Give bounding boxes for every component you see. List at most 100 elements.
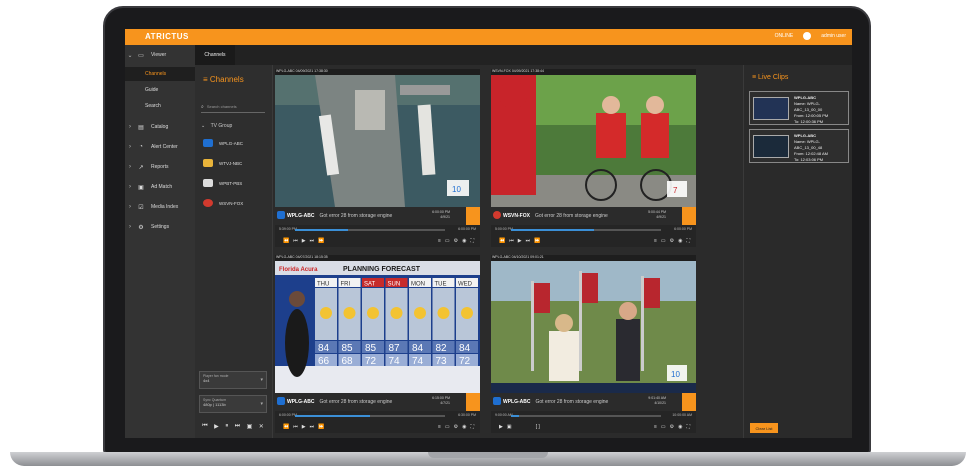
channel-item-wplg-abc[interactable]: WPLG-ABC bbox=[203, 137, 269, 149]
sidebar-item-alert-center[interactable]: › ◔ Alert Center bbox=[125, 139, 195, 155]
play-icon[interactable]: ▶ bbox=[302, 238, 306, 244]
timeline-track[interactable] bbox=[295, 415, 445, 417]
settings-icon[interactable]: ⚙ bbox=[670, 238, 674, 244]
sidebar-item-media-index[interactable]: › ☑ Media Index bbox=[125, 199, 195, 215]
close-icon[interactable]: ✕ bbox=[259, 423, 264, 430]
cc-icon[interactable]: ▭ bbox=[445, 238, 450, 244]
sidebar-sub-search[interactable]: Search bbox=[125, 99, 195, 113]
sync-quantum-select[interactable]: Sync Quantum 480p | 1113b ▾ bbox=[199, 395, 267, 413]
rewind-icon[interactable]: ⏪ bbox=[499, 238, 505, 244]
video-frame[interactable]: Florida Acura PLANNING FORECAST THU 84 66 F… bbox=[275, 261, 480, 393]
clip-card[interactable]: WPLG-ABC Name: WPLG-ABC_13_00_48 From: 1… bbox=[749, 129, 849, 163]
top-bar: ATRICTUS ONLINE admin user bbox=[125, 29, 852, 45]
clip-card[interactable]: WPLG-ABC Name: WPLG-ABC_13_00_00 From: 1… bbox=[749, 91, 849, 125]
save-icon[interactable]: ▣ bbox=[247, 423, 253, 430]
rewind-icon[interactable]: ⏪ bbox=[283, 238, 289, 244]
timeline-track[interactable] bbox=[295, 229, 445, 231]
fast-forward-icon[interactable]: ⏩ bbox=[534, 238, 540, 244]
volume-icon[interactable]: ≡ bbox=[654, 424, 657, 430]
fullscreen-icon[interactable]: ⛶ bbox=[686, 238, 690, 244]
channel-item-wsvn-fox[interactable]: WSVN-FOX bbox=[203, 197, 269, 209]
volume-icon[interactable]: ≡ bbox=[438, 238, 441, 244]
tile-timeline[interactable]: 5:39:00 PM 6:00:00 PM bbox=[275, 225, 480, 235]
video-frame[interactable]: 10 bbox=[275, 75, 480, 207]
step-forward-icon[interactable]: ⏭ bbox=[526, 238, 531, 244]
cc-icon[interactable]: ▭ bbox=[661, 424, 666, 430]
user-area[interactable]: ONLINE admin user bbox=[775, 32, 846, 40]
group-label: TV Group bbox=[210, 123, 233, 129]
skip-forward-icon[interactable]: ⏭ bbox=[235, 423, 240, 430]
clip-button[interactable] bbox=[682, 393, 696, 411]
search-input[interactable]: ⌕ Search channels bbox=[201, 101, 265, 113]
snapshot-icon[interactable]: ◉ bbox=[678, 238, 682, 244]
skip-back-icon[interactable]: ⏮ bbox=[293, 424, 298, 430]
clip-button[interactable] bbox=[466, 393, 480, 411]
sidebar-sub-channels[interactable]: Channels bbox=[125, 67, 195, 81]
play-icon[interactable]: ▶ bbox=[214, 423, 219, 430]
step-forward-icon[interactable]: ⏭ bbox=[310, 238, 315, 244]
video-tile-1: WPLG-ABC 04/09/2021 17:38:30 10 WPLG-ABC bbox=[275, 69, 480, 247]
sidebar-nav: ⌄ ▭ Viewer Channels Guide Search › ▤ Cat… bbox=[125, 45, 195, 438]
video-tile-2: WSVN-FOX 04/09/2021 17:38:44 7 WSVN-FOX … bbox=[491, 69, 696, 247]
tab-channels[interactable]: Channels bbox=[195, 45, 235, 65]
video-frame[interactable]: 10 bbox=[491, 261, 696, 393]
skip-back-icon[interactable]: ⏮ bbox=[293, 238, 298, 244]
tile-time: 6:00:00 PM 4/9/21 bbox=[432, 210, 450, 219]
channel-item-wtvj-nbc[interactable]: WTVJ-NBC bbox=[203, 157, 269, 169]
video-frame[interactable]: 7 bbox=[491, 75, 696, 207]
volume-icon[interactable]: ≡ bbox=[654, 238, 657, 244]
fullscreen-icon[interactable]: ⛶ bbox=[686, 424, 690, 430]
sidebar-item-catalog[interactable]: › ▤ Catalog bbox=[125, 119, 195, 135]
sidebar-item-ad-match[interactable]: › ▣ Ad Match bbox=[125, 179, 195, 195]
forecast-low: 72 bbox=[459, 356, 471, 367]
snapshot-icon[interactable]: ◉ bbox=[462, 424, 466, 430]
user-name: admin user bbox=[821, 33, 846, 39]
sidebar-item-label: Reports bbox=[151, 164, 169, 170]
snapshot-icon[interactable]: ◉ bbox=[462, 238, 466, 244]
sidebar-item-viewer[interactable]: ⌄ ▭ Viewer bbox=[125, 47, 195, 63]
sidebar-item-settings[interactable]: › ⚙ Settings bbox=[125, 219, 195, 235]
settings-icon[interactable]: ⚙ bbox=[454, 238, 458, 244]
play-icon[interactable]: ▶ bbox=[302, 424, 306, 430]
forecast-high: 87 bbox=[389, 343, 401, 354]
avatar[interactable] bbox=[803, 32, 812, 40]
fast-forward-icon[interactable]: ⏩ bbox=[318, 424, 324, 430]
skip-back-icon[interactable]: ⏮ bbox=[202, 423, 207, 430]
volume-icon[interactable]: ≡ bbox=[438, 424, 441, 430]
tile-timeline[interactable]: 5:00:00 PM 6:00:00 PM bbox=[491, 225, 696, 235]
cc-icon[interactable]: ▭ bbox=[661, 238, 666, 244]
fullscreen-icon[interactable]: ⛶ bbox=[470, 238, 474, 244]
play-icon[interactable]: ▶ bbox=[499, 424, 503, 430]
tile-timeline[interactable]: 9:00:00 AM 10:00:00 AM bbox=[491, 411, 696, 421]
settings-icon[interactable]: ⚙ bbox=[670, 424, 674, 430]
cc-icon[interactable]: ▭ bbox=[445, 424, 450, 430]
app-logo[interactable]: ATRICTUS bbox=[145, 32, 189, 41]
rewind-icon[interactable]: ⏪ bbox=[283, 424, 289, 430]
play-icon[interactable]: ▶ bbox=[518, 238, 522, 244]
timeline-track[interactable] bbox=[511, 415, 661, 417]
channel-item-wpbt-pbs[interactable]: WPBT-PBS bbox=[203, 177, 269, 189]
pause-icon[interactable]: ⏸ bbox=[225, 423, 228, 430]
tile-timeline[interactable]: 6:00:00 PM 6:30:00 PM bbox=[275, 411, 480, 421]
fast-forward-icon[interactable]: ⏩ bbox=[318, 238, 324, 244]
clear-list-button[interactable]: Clear List bbox=[750, 423, 778, 433]
tv-group-toggle[interactable]: ⌄ TV Group bbox=[201, 123, 232, 129]
skip-back-icon[interactable]: ⏮ bbox=[509, 238, 514, 244]
sidebar-item-reports[interactable]: › ↗ Reports bbox=[125, 159, 195, 175]
forecast-low: 66 bbox=[318, 356, 330, 367]
segment-marker-icon[interactable]: [ ] bbox=[536, 424, 540, 430]
player-mode-select[interactable]: Player fan mode 4x4 ▾ bbox=[199, 371, 267, 389]
timeline-progress bbox=[295, 229, 348, 231]
snapshot-icon[interactable]: ◉ bbox=[678, 424, 682, 430]
sidebar-sub-guide[interactable]: Guide bbox=[125, 83, 195, 97]
clip-button[interactable] bbox=[466, 207, 480, 225]
clip-icon[interactable]: ▣ bbox=[507, 424, 512, 430]
step-forward-icon[interactable]: ⏭ bbox=[310, 424, 315, 430]
clip-button[interactable] bbox=[682, 207, 696, 225]
monitor-icon: ▭ bbox=[138, 52, 144, 59]
svg-text:7: 7 bbox=[673, 186, 678, 195]
sun-icon bbox=[367, 307, 379, 319]
fullscreen-icon[interactable]: ⛶ bbox=[470, 424, 474, 430]
timeline-track[interactable] bbox=[511, 229, 661, 231]
settings-icon[interactable]: ⚙ bbox=[454, 424, 458, 430]
